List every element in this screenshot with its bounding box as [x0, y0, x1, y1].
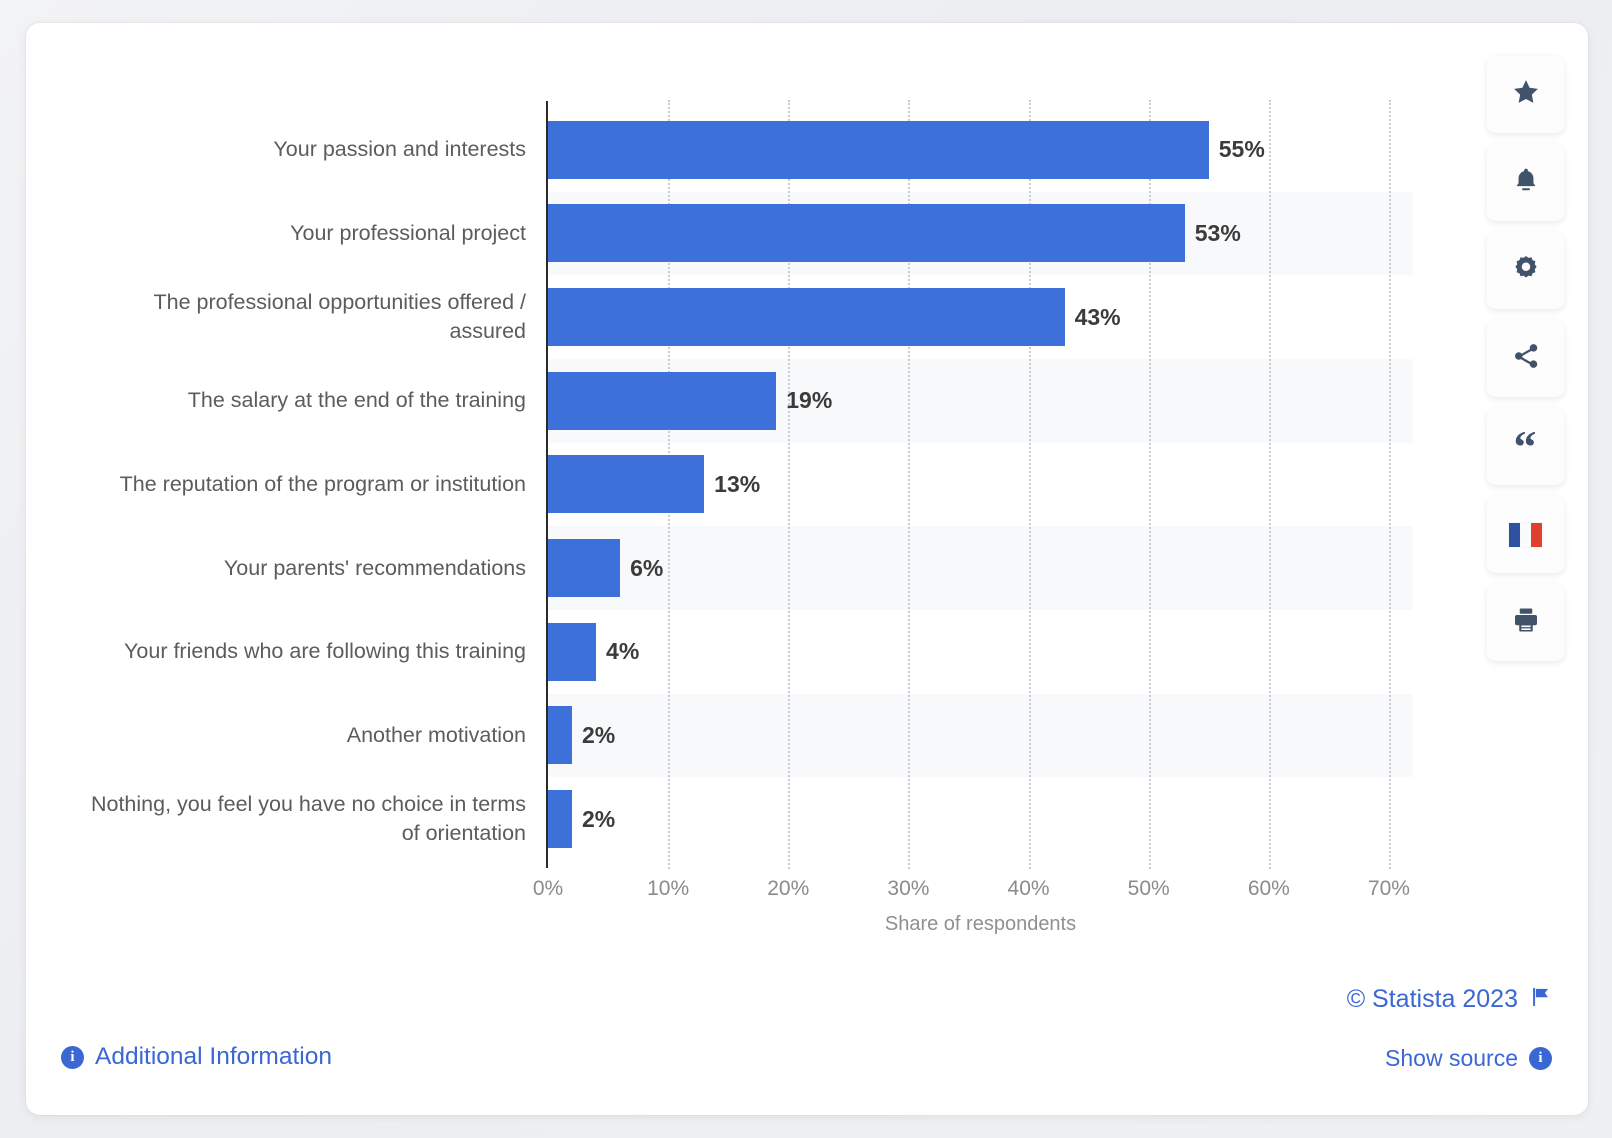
page-background: 55% 53% 43% 19% 13% 6% 4% 2% 2% Your passion and…: [0, 0, 1612, 1138]
info-icon: i: [61, 1045, 84, 1069]
bar-row[interactable]: 19%: [548, 359, 1413, 443]
notification-button[interactable]: [1487, 144, 1564, 221]
side-toolbar[interactable]: “: [1487, 56, 1564, 661]
x-tick-label: 60%: [1247, 877, 1290, 900]
bar-value-label: 53%: [1194, 219, 1241, 246]
bar-row[interactable]: 53%: [548, 192, 1413, 276]
additional-information-label: Additional Information: [95, 1043, 332, 1070]
bar[interactable]: [548, 288, 1065, 347]
bar-value-label: 2%: [582, 721, 616, 748]
info-icon: i: [1529, 1047, 1552, 1070]
printer-icon: [1511, 605, 1541, 640]
settings-button[interactable]: [1487, 232, 1564, 309]
bar-value-label: 43%: [1074, 303, 1121, 330]
share-button[interactable]: [1487, 320, 1564, 397]
bar-value-label: 55%: [1218, 136, 1265, 163]
plot-area: 55% 53% 43% 19% 13% 6% 4% 2% 2%: [548, 100, 1413, 869]
bar-chart: 55% 53% 43% 19% 13% 6% 4% 2% 2% Your passion and…: [26, 23, 1476, 953]
bar-row[interactable]: 55%: [548, 108, 1413, 192]
quote-icon: “: [1513, 420, 1538, 472]
x-tick-label: 30%: [887, 877, 930, 900]
category-label: The reputation of the program or institu…: [119, 472, 526, 496]
bar-row[interactable]: 2%: [548, 694, 1413, 778]
bell-icon: [1512, 165, 1540, 200]
bar[interactable]: [548, 455, 705, 514]
print-button[interactable]: [1487, 584, 1564, 661]
category-label: Your professional project: [290, 221, 526, 245]
bar-row[interactable]: 4%: [548, 610, 1413, 694]
share-icon: [1511, 341, 1541, 376]
gear-icon: [1511, 253, 1541, 288]
bar[interactable]: [548, 120, 1209, 179]
bar[interactable]: [548, 539, 621, 598]
category-label: Another motivation: [346, 723, 526, 747]
show-source-link[interactable]: Show source i: [1385, 1045, 1552, 1072]
favorite-button[interactable]: [1487, 56, 1564, 133]
bar-row[interactable]: 2%: [548, 777, 1413, 861]
bar[interactable]: [548, 371, 777, 430]
category-label: Nothing, you feel you have no choice in …: [90, 792, 526, 846]
copyright: © Statista 2023: [1347, 985, 1552, 1014]
copyright-label: © Statista 2023: [1346, 985, 1518, 1013]
bar-value-label: 13%: [714, 470, 761, 497]
bar[interactable]: [548, 790, 573, 849]
category-label: Your passion and interests: [273, 137, 526, 162]
bar-row[interactable]: 43%: [548, 275, 1413, 359]
bar[interactable]: [548, 204, 1185, 263]
bar-value-label: 6%: [630, 554, 664, 581]
x-axis-title: Share of respondents: [884, 913, 1077, 935]
category-label: Your parents' recommendations: [223, 555, 526, 580]
flag-icon[interactable]: [1530, 985, 1552, 1014]
language-button[interactable]: [1487, 496, 1564, 573]
chart-card: 55% 53% 43% 19% 13% 6% 4% 2% 2% Your passion and…: [26, 23, 1588, 1115]
bar-value-label: 19%: [786, 387, 833, 414]
bar-row[interactable]: 13%: [548, 443, 1413, 527]
x-tick-label: 40%: [1007, 877, 1050, 900]
show-source-label: Show source: [1385, 1045, 1518, 1071]
additional-information-link[interactable]: i Additional Information: [61, 1043, 332, 1071]
bar-row[interactable]: 6%: [548, 526, 1413, 610]
bar-value-label: 2%: [582, 805, 616, 832]
category-label: Your friends who are following this trai…: [124, 639, 526, 664]
x-tick-label: 10%: [647, 877, 690, 900]
bar-value-label: 4%: [606, 638, 640, 665]
bar[interactable]: [548, 706, 573, 765]
category-label: The professional opportunities offered /…: [153, 290, 526, 344]
card-footer: i Additional Information © Statista 2023…: [26, 950, 1588, 1115]
x-tick-label: 50%: [1127, 877, 1170, 900]
citation-button[interactable]: “: [1487, 408, 1564, 485]
bar[interactable]: [548, 622, 597, 681]
x-tick-label: 20%: [767, 877, 810, 900]
star-icon: [1511, 77, 1541, 112]
category-label: The salary at the end of the training: [187, 388, 526, 413]
french-flag-icon: [1508, 522, 1543, 547]
x-tick-label: 70%: [1367, 877, 1410, 900]
x-tick-label: 0%: [532, 877, 564, 900]
